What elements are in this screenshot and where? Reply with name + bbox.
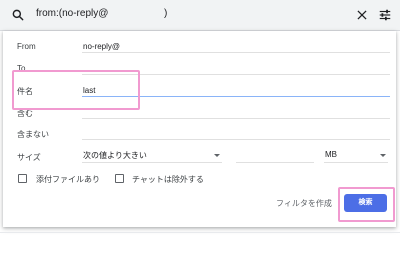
from-label: From [17,42,36,51]
has-attachment-label: 添付ファイルあり [36,175,100,184]
exclude-chats-label: チャットは除外する [132,175,204,184]
subject-field[interactable] [82,84,390,97]
size-unit-value: MB [325,150,337,159]
search-button[interactable]: 検索 [344,194,387,212]
size-value-field[interactable] [236,150,314,163]
from-field[interactable] [82,40,390,53]
divider [0,232,400,233]
size-label: サイズ [17,153,41,162]
to-label: To [17,64,26,73]
size-operator-value: 次の値より大きい [83,151,147,160]
close-icon[interactable] [355,8,369,22]
has-words-label: 含む [17,109,33,118]
subject-label: 件名 [17,87,33,96]
doesnt-have-label: 含まない [17,130,49,139]
caret-down-icon [380,154,386,157]
tune-icon[interactable] [378,8,392,22]
doesnt-have-field[interactable] [82,127,390,140]
has-attachment-checkbox[interactable] [18,174,27,183]
to-field[interactable] [82,62,390,75]
size-unit-select[interactable]: MB [324,150,388,163]
create-filter-link[interactable]: フィルタを作成 [276,198,332,209]
search-icon[interactable] [11,8,25,22]
size-operator-select[interactable]: 次の値より大きい [82,150,222,163]
has-words-field[interactable] [82,106,390,119]
search-query-text[interactable]: from:(no-reply@ ) [36,8,167,19]
exclude-chats-checkbox[interactable] [115,174,124,183]
search-bar: from:(no-reply@ ) [0,0,400,31]
caret-down-icon [214,154,220,157]
